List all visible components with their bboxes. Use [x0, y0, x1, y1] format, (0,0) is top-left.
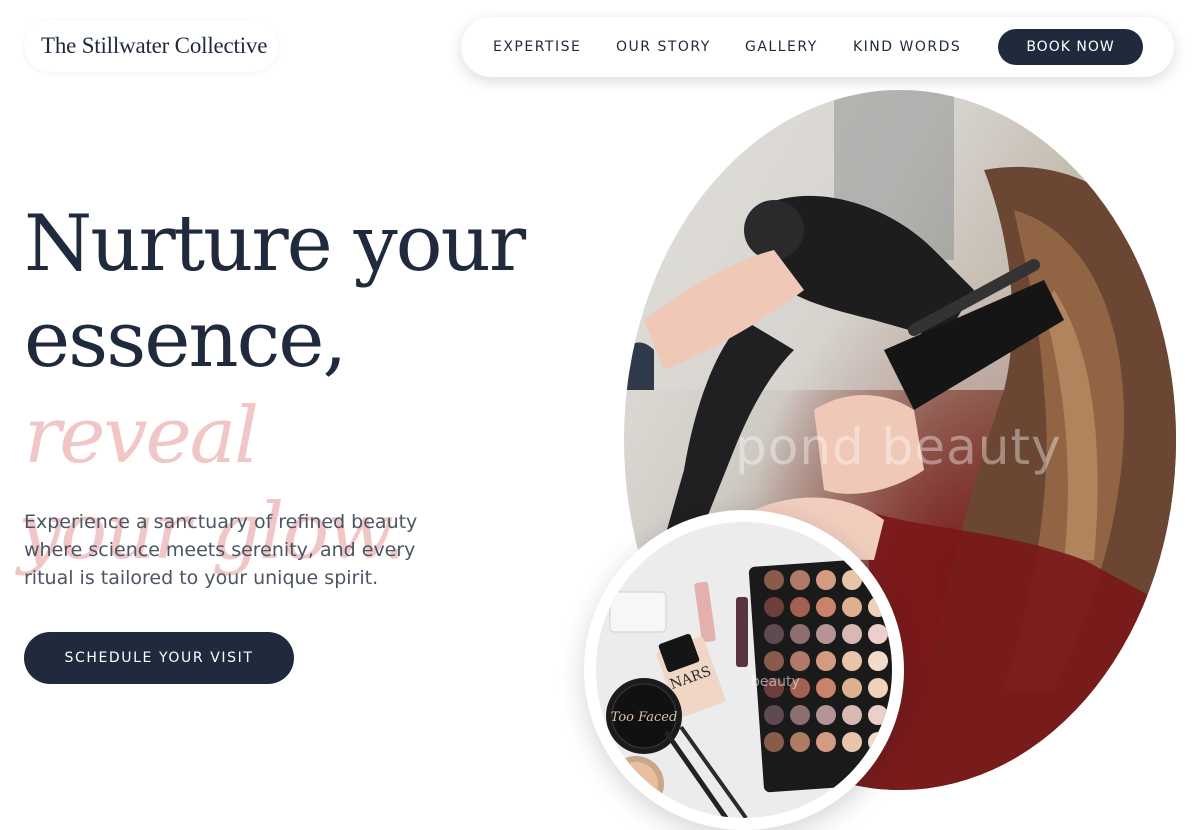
eyeshadow-swatch [816, 705, 836, 725]
eyeshadow-swatch [816, 732, 836, 752]
nav-item-gallery[interactable]: GALLERY [745, 17, 818, 77]
eyeshadow-swatch [764, 732, 784, 752]
eyeshadow-swatch [868, 705, 888, 725]
eyeshadow-swatch [842, 570, 862, 590]
eyeshadow-swatch [842, 597, 862, 617]
headline-line-2: essence, [24, 295, 347, 385]
eyeshadow-swatch [816, 624, 836, 644]
eyeshadow-swatch [842, 705, 862, 725]
headline-accent-reveal: reveal [24, 391, 259, 481]
nav-item-kind-words[interactable]: KIND WORDS [853, 17, 961, 77]
eyeshadow-swatch [790, 624, 810, 644]
eyeshadow-swatch [816, 678, 836, 698]
eyeshadow-swatch [764, 651, 784, 671]
eyeshadow-swatch [816, 570, 836, 590]
eyeshadow-swatch [842, 678, 862, 698]
eyeshadow-swatch [868, 651, 888, 671]
eyeshadow-swatch [842, 651, 862, 671]
eyeshadow-swatch [790, 705, 810, 725]
eyeshadow-swatch [790, 597, 810, 617]
eyeshadow-swatch [868, 732, 888, 752]
hero-subtitle: Experience a sanctuary of refined beauty… [24, 511, 418, 589]
photo-watermark: pond beauty [735, 418, 1062, 476]
makeup-palette-illustration: Too Faced NARS [596, 522, 892, 818]
headline-line-1: Nurture your [24, 199, 526, 289]
eyeshadow-swatch [764, 570, 784, 590]
palette-watermark: beauty [751, 674, 800, 690]
eyeshadow-swatch [842, 624, 862, 644]
eyeshadow-swatch [868, 624, 888, 644]
eyeshadow-swatch [842, 732, 862, 752]
eyeshadow-swatch [816, 597, 836, 617]
eyeshadow-swatch [790, 651, 810, 671]
makeup-photo-frame: Too Faced NARS beauty [584, 510, 904, 830]
book-now-button[interactable]: BOOK NOW [998, 29, 1143, 65]
eyeshadow-swatch [816, 651, 836, 671]
eyeshadow-swatch [764, 597, 784, 617]
palette-brand-text: Too Faced [611, 710, 678, 725]
eyeshadow-swatch [764, 624, 784, 644]
eyeshadow-swatch [790, 570, 810, 590]
nav-item-our-story[interactable]: OUR STORY [616, 17, 711, 77]
eyeshadow-swatch [868, 597, 888, 617]
brand-logo[interactable]: The Stillwater Collective [24, 20, 278, 72]
main-nav: EXPERTISE OUR STORY GALLERY KIND WORDS B… [461, 17, 1174, 77]
eyeshadow-swatch [868, 678, 888, 698]
schedule-visit-button[interactable]: SCHEDULE YOUR VISIT [24, 632, 294, 684]
eyeshadow-swatch [764, 705, 784, 725]
eyeshadow-swatch [790, 732, 810, 752]
brand-name: The Stillwater Collective [41, 33, 268, 58]
eyeshadow-swatch [868, 570, 888, 590]
nav-item-expertise[interactable]: EXPERTISE [493, 17, 581, 77]
makeup-palette-photo: Too Faced NARS beauty [596, 522, 892, 818]
